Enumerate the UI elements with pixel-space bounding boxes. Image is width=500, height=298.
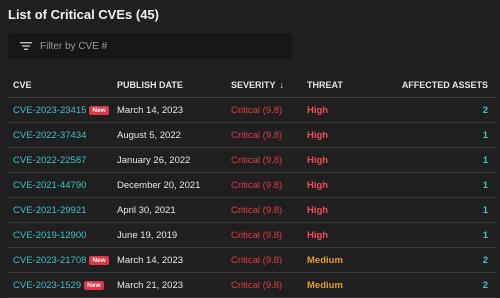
table-row[interactable]: CVE-2021-44790 December 20, 2021 Critical … [8,172,496,198]
table-row[interactable]: CVE-2019-12900 June 19, 2019 Critical (9.8… [8,222,496,248]
cve-cell: CVE-2023-23415 New [8,97,112,123]
table-row[interactable]: CVE-2022-37434 August 5, 2022 Critical (9.… [8,122,496,148]
cve-cell: CVE-2023-21708 New [8,247,112,273]
column-header-threat-label: THREAT [307,79,343,90]
affected-assets-cell[interactable]: 1 [366,222,496,248]
table-row[interactable]: CVE-2023-21708 New March 14, 2023 Critical … [8,247,496,273]
table-row[interactable]: CVE-2023-1529 New March 21, 2023 Critical (… [8,272,496,298]
severity-cell: Critical (9.8) [226,222,302,248]
filter-icon [12,41,40,51]
severity-cell: Critical (9.8) [226,147,302,173]
column-header-threat[interactable]: THREAT [302,72,366,98]
column-header-affected-assets-label: AFFECTED ASSETS [401,79,488,90]
publish-date-cell: June 19, 2019 [112,222,226,248]
publish-date-cell: January 26, 2022 [112,147,226,173]
publish-date-cell: March 14, 2023 [112,97,226,123]
threat-cell: Medium [302,247,366,273]
severity-cell: Critical (9.8) [226,122,302,148]
cve-link[interactable]: CVE-2023-21708 [13,255,86,266]
filter-box[interactable] [8,33,292,59]
affected-assets-cell[interactable]: 1 [366,147,496,173]
severity-cell: Critical (9.8) [226,272,302,298]
affected-assets-cell[interactable]: 2 [366,97,496,123]
filter-input[interactable] [40,40,280,52]
cve-table: CVE PUBLISH DATE SEVERITY ↓ THREAT AFFECT… [8,72,496,298]
publish-date-cell: August 5, 2022 [112,122,226,148]
cve-link[interactable]: CVE-2023-1529 [13,280,81,291]
cve-link[interactable]: CVE-2021-44790 [13,180,86,191]
new-badge: New [89,255,109,265]
new-badge: New [89,105,109,115]
severity-cell: Critical (9.8) [226,247,302,273]
cve-cell: CVE-2019-12900 [8,222,112,248]
column-header-publish-date[interactable]: PUBLISH DATE [112,72,226,98]
publish-date-cell: March 21, 2023 [112,272,226,298]
table-row[interactable]: CVE-2023-23415 New March 14, 2023 Critical … [8,97,496,123]
affected-assets-cell[interactable]: 1 [366,172,496,198]
cve-link[interactable]: CVE-2021-29921 [13,205,86,216]
threat-cell: High [302,122,366,148]
page-title: List of Critical CVEs (45) [8,7,159,22]
affected-assets-cell[interactable]: 2 [366,247,496,273]
severity-cell: Critical (9.8) [226,197,302,223]
table-header-row: CVE PUBLISH DATE SEVERITY ↓ THREAT AFFECT… [8,72,496,98]
table-row[interactable]: CVE-2021-29921 April 30, 2021 Critical (9.… [8,197,496,223]
threat-cell: High [302,97,366,123]
affected-assets-cell[interactable]: 2 [366,272,496,298]
column-header-severity-label: SEVERITY [231,79,276,90]
threat-cell: High [302,197,366,223]
column-header-severity[interactable]: SEVERITY ↓ [226,72,302,98]
severity-cell: Critical (9.8) [226,97,302,123]
affected-assets-cell[interactable]: 1 [366,122,496,148]
column-header-affected-assets[interactable]: AFFECTED ASSETS [366,72,496,98]
severity-cell: Critical (9.8) [226,172,302,198]
table-row[interactable]: CVE-2022-22587 January 26, 2022 Critical (… [8,147,496,173]
threat-cell: High [302,147,366,173]
publish-date-cell: December 20, 2021 [112,172,226,198]
cve-cell: CVE-2023-1529 New [8,272,112,298]
column-header-cve-label: CVE [13,79,32,90]
cve-link[interactable]: CVE-2023-23415 [13,105,86,116]
cve-cell: CVE-2021-29921 [8,197,112,223]
sort-descending-icon: ↓ [279,79,285,90]
cve-cell: CVE-2022-22587 [8,147,112,173]
threat-cell: High [302,222,366,248]
affected-assets-cell[interactable]: 1 [366,197,496,223]
publish-date-cell: April 30, 2021 [112,197,226,223]
cve-link[interactable]: CVE-2022-37434 [13,130,86,141]
column-header-publish-date-label: PUBLISH DATE [117,79,183,90]
threat-cell: High [302,172,366,198]
publish-date-cell: March 14, 2023 [112,247,226,273]
cve-cell: CVE-2021-44790 [8,172,112,198]
cve-link[interactable]: CVE-2022-22587 [13,155,86,166]
cve-cell: CVE-2022-37434 [8,122,112,148]
threat-cell: Medium [302,272,366,298]
column-header-cve[interactable]: CVE [8,72,112,98]
new-badge: New [84,280,104,290]
cve-link[interactable]: CVE-2019-12900 [13,230,86,241]
